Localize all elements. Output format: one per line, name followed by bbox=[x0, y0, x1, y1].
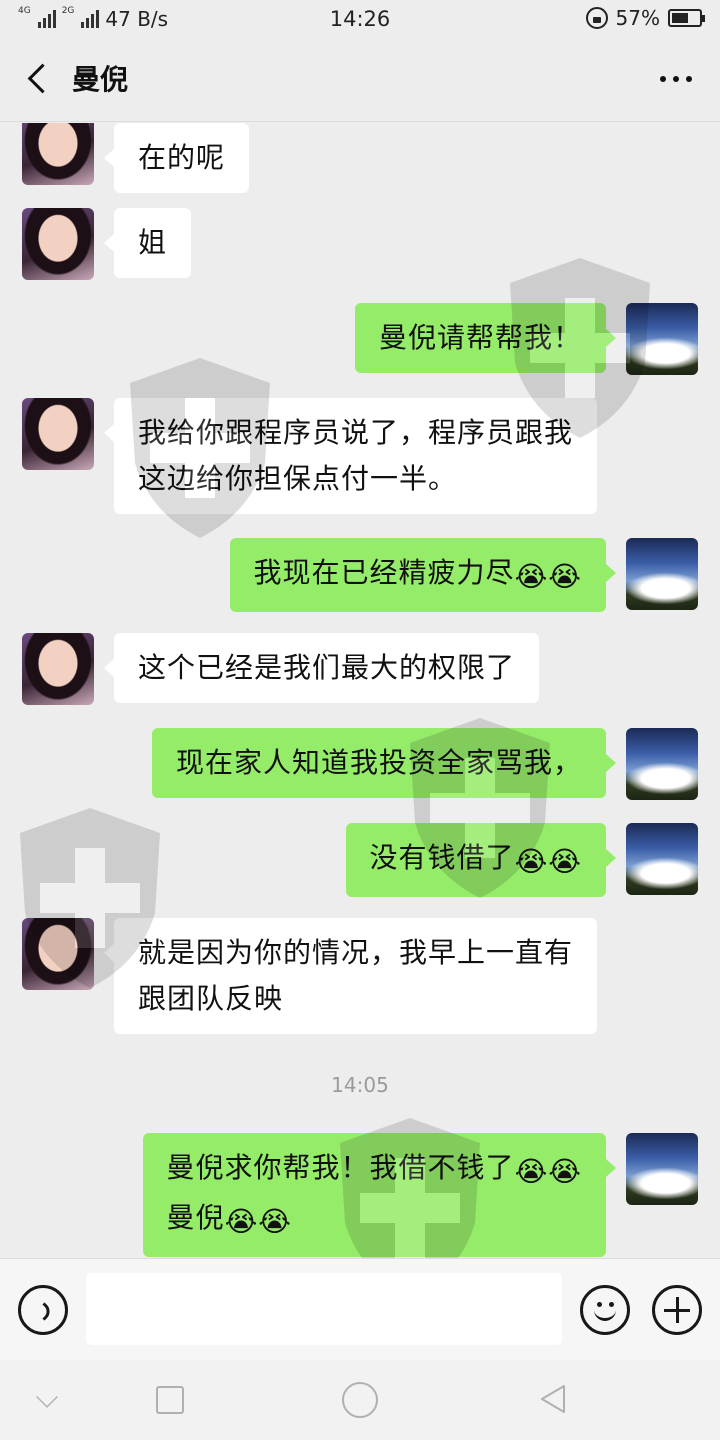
battery-icon bbox=[668, 9, 705, 27]
nav-home-icon[interactable] bbox=[342, 1382, 378, 1418]
message-bubble-incoming[interactable]: 就是因为你的情况，我早上一直有 跟团队反映 bbox=[103, 918, 598, 1034]
contact-avatar[interactable] bbox=[22, 208, 94, 280]
status-right: 57% bbox=[585, 6, 705, 30]
nav-collapse-icon[interactable] bbox=[36, 1386, 58, 1408]
my-avatar[interactable] bbox=[626, 823, 698, 895]
battery-percent: 57% bbox=[615, 6, 660, 30]
message-text: 在的呢 bbox=[138, 141, 226, 174]
message-bubble-outgoing[interactable]: 现在家人知道我投资全家骂我， bbox=[151, 728, 617, 798]
message-bubble-outgoing[interactable]: 曼倪请帮帮我！ bbox=[354, 303, 617, 373]
contact-avatar[interactable] bbox=[22, 123, 94, 185]
my-avatar[interactable] bbox=[626, 1133, 698, 1205]
message-bubble-outgoing[interactable]: 曼倪求你帮我！我借不钱了😭😭 曼倪😭😭 bbox=[142, 1133, 617, 1257]
message-text: 没有钱借了 bbox=[369, 841, 515, 874]
crying-emoji-icon: 😭😭 bbox=[514, 560, 582, 593]
nav-back-icon[interactable] bbox=[536, 1382, 570, 1416]
message-bubble-incoming[interactable]: 在的呢 bbox=[103, 123, 250, 193]
crying-emoji-icon: 😭😭 bbox=[224, 1205, 292, 1238]
message-text-line: 这边给你担保点付一半。 bbox=[138, 462, 458, 495]
contact-avatar[interactable] bbox=[22, 398, 94, 470]
message-text-line: 跟团队反映 bbox=[138, 982, 284, 1015]
more-icon[interactable] bbox=[660, 76, 692, 82]
status-bar: 4G 2G 47 B/s 14:26 57% bbox=[0, 0, 720, 38]
message-text: 这个已经是我们最大的权限了 bbox=[138, 651, 516, 684]
nav-bar: 曼倪 bbox=[0, 38, 720, 122]
message-text: 曼倪请帮帮我！ bbox=[378, 321, 582, 354]
message-text: 我现在已经精疲力尽 bbox=[253, 556, 515, 589]
contact-avatar[interactable] bbox=[22, 918, 94, 990]
back-icon[interactable] bbox=[22, 60, 58, 100]
input-bar bbox=[0, 1258, 720, 1360]
message-bubble-outgoing[interactable]: 没有钱借了😭😭 bbox=[345, 823, 617, 897]
contact-avatar[interactable] bbox=[22, 633, 94, 705]
nav-recents-icon[interactable] bbox=[156, 1386, 184, 1414]
lock-icon bbox=[585, 7, 608, 29]
message-bubble-incoming[interactable]: 这个已经是我们最大的权限了 bbox=[103, 633, 540, 703]
my-avatar[interactable] bbox=[626, 538, 698, 610]
message-timestamp: 14:05 bbox=[331, 1073, 389, 1097]
chat-title: 曼倪 bbox=[72, 63, 129, 96]
message-text-line: 我给你跟程序员说了，程序员跟我 bbox=[138, 416, 574, 449]
message-text: 现在家人知道我投资全家骂我， bbox=[175, 746, 582, 779]
crying-emoji-icon: 😭😭 bbox=[514, 1155, 582, 1188]
message-text-line: 就是因为你的情况，我早上一直有 bbox=[138, 936, 574, 969]
message-bubble-outgoing[interactable]: 我现在已经精疲力尽😭😭 bbox=[229, 538, 617, 612]
system-nav-bar bbox=[0, 1360, 720, 1440]
message-text-line: 曼倪 bbox=[166, 1201, 225, 1234]
my-avatar[interactable] bbox=[626, 303, 698, 375]
plus-icon[interactable] bbox=[652, 1285, 702, 1335]
crying-emoji-icon: 😭😭 bbox=[514, 845, 582, 878]
message-bubble-incoming[interactable]: 姐 bbox=[103, 208, 192, 278]
voice-icon[interactable] bbox=[18, 1285, 68, 1335]
message-bubble-incoming[interactable]: 我给你跟程序员说了，程序员跟我 这边给你担保点付一半。 bbox=[103, 398, 598, 514]
message-input[interactable] bbox=[86, 1273, 562, 1345]
emoji-icon[interactable] bbox=[580, 1285, 630, 1335]
chat-area[interactable]: 在的呢 姐 曼倪请帮帮我！ 我给你跟程序员说了，程序员跟我 这边给你担保点付一半… bbox=[0, 123, 720, 1258]
message-text-line: 曼倪求你帮我！我借不钱了 bbox=[166, 1151, 515, 1184]
message-text: 姐 bbox=[138, 226, 168, 259]
my-avatar[interactable] bbox=[626, 728, 698, 800]
